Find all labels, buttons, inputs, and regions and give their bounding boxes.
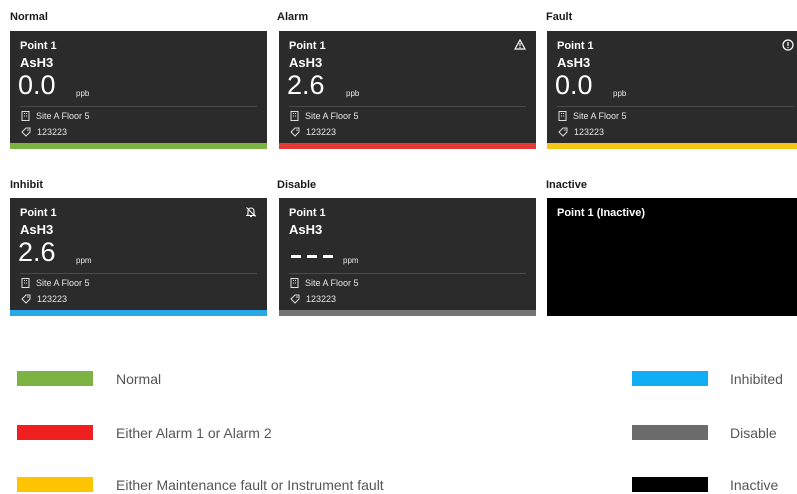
point-card-fault[interactable]: Point 1 AsH3 0.0 ppb Site A Floor 5 1232…	[547, 31, 797, 149]
point-name: Point 1	[557, 40, 594, 52]
legend-label-normal: Normal	[116, 371, 162, 387]
legend-swatch-disable	[632, 425, 708, 440]
column-title-inhibit: Inhibit	[10, 179, 43, 191]
point-card-inactive[interactable]: Point 1 (Inactive)	[547, 198, 797, 316]
column-title-alarm: Alarm	[277, 11, 309, 23]
legend-swatch-fault	[17, 477, 93, 492]
point-name: Point 1	[20, 40, 57, 52]
reading-unit: ppb	[346, 89, 360, 98]
location-row: Site A Floor 5	[290, 278, 359, 288]
tag-row: 123223	[558, 127, 604, 137]
point-card-inhibit[interactable]: Point 1 AsH3 2.6 ppm Site A Floor 5 1232…	[10, 198, 267, 316]
fault-info-icon	[782, 39, 794, 51]
reading-unit: ppm	[76, 256, 92, 265]
tag-text: 123223	[37, 127, 68, 137]
point-name: Point 1	[289, 40, 326, 52]
point-card-alarm[interactable]: Point 1 AsH3 2.6 ppb Site A Floor 5 1232…	[279, 31, 536, 149]
tag-icon	[558, 127, 568, 137]
location-text: Site A Floor 5	[36, 278, 90, 288]
tag-row: 123223	[21, 127, 67, 137]
reading-unit: ppb	[613, 89, 627, 98]
tag-icon	[21, 127, 31, 137]
tag-row: 123223	[290, 294, 336, 304]
reading-unit: ppm	[343, 256, 359, 265]
status-bar-normal	[10, 143, 267, 149]
tag-row: 123223	[21, 294, 67, 304]
column-title-disable: Disable	[277, 179, 317, 191]
point-card-disable[interactable]: Point 1 AsH3 ppm Site A Floor 5 123223	[279, 198, 536, 316]
legend-label-alarm: Either Alarm 1 or Alarm 2	[116, 425, 272, 441]
divider	[20, 273, 257, 274]
building-icon	[558, 111, 567, 121]
location-text: Site A Floor 5	[573, 111, 627, 121]
point-card-normal[interactable]: Point 1 AsH3 0.0 ppb Site A Floor 5 1232…	[10, 31, 267, 149]
tag-text: 123223	[306, 127, 337, 137]
location-row: Site A Floor 5	[290, 111, 359, 121]
no-reading-dashes	[291, 255, 333, 258]
point-name: Point 1	[20, 207, 57, 219]
status-bar-fault	[547, 143, 797, 149]
column-title-inactive: Inactive	[546, 179, 587, 191]
location-row: Site A Floor 5	[21, 111, 90, 121]
divider	[20, 106, 257, 107]
building-icon	[290, 111, 299, 121]
column-title-normal: Normal	[10, 11, 48, 23]
tag-row: 123223	[290, 127, 336, 137]
location-row: Site A Floor 5	[558, 111, 627, 121]
legend-label-inactive: Inactive	[730, 477, 779, 493]
building-icon	[21, 111, 30, 121]
reading-value: 2.6	[287, 70, 325, 100]
reading-value: 0.0	[555, 70, 593, 100]
gas-name: AsH3	[289, 55, 323, 70]
divider	[289, 106, 526, 107]
tag-icon	[290, 294, 300, 304]
legend-label-fault: Either Maintenance fault or Instrument f…	[116, 477, 384, 493]
legend-swatch-normal	[17, 371, 93, 386]
building-icon	[21, 278, 30, 288]
tag-icon	[21, 294, 31, 304]
bell-muted-icon	[245, 207, 257, 218]
divider	[289, 273, 526, 274]
gas-name: AsH3	[20, 222, 54, 237]
point-name: Point 1	[289, 207, 326, 219]
location-row: Site A Floor 5	[21, 278, 90, 288]
column-title-fault: Fault	[546, 11, 573, 23]
status-bar-disable	[279, 310, 536, 316]
gas-name: AsH3	[557, 55, 591, 70]
location-text: Site A Floor 5	[36, 111, 90, 121]
point-name: Point 1 (Inactive)	[557, 207, 646, 219]
legend-swatch-inhibit	[632, 371, 708, 386]
reading-value: 2.6	[18, 237, 56, 267]
divider	[557, 106, 794, 107]
gas-name: AsH3	[20, 55, 54, 70]
legend-label-inhibit: Inhibited	[730, 371, 783, 387]
gas-name: AsH3	[289, 222, 323, 237]
legend-swatch-alarm	[17, 425, 93, 440]
tag-text: 123223	[37, 294, 68, 304]
status-bar-inhibit	[10, 310, 267, 316]
location-text: Site A Floor 5	[305, 278, 359, 288]
tag-text: 123223	[574, 127, 605, 137]
status-bar-alarm	[279, 143, 536, 149]
legend-label-disable: Disable	[730, 425, 777, 441]
building-icon	[290, 278, 299, 288]
warning-icon	[514, 39, 526, 50]
legend-swatch-inactive	[632, 477, 708, 492]
location-text: Site A Floor 5	[305, 111, 359, 121]
reading-unit: ppb	[76, 89, 90, 98]
reading-value: 0.0	[18, 70, 56, 100]
tag-icon	[290, 127, 300, 137]
tag-text: 123223	[306, 294, 337, 304]
